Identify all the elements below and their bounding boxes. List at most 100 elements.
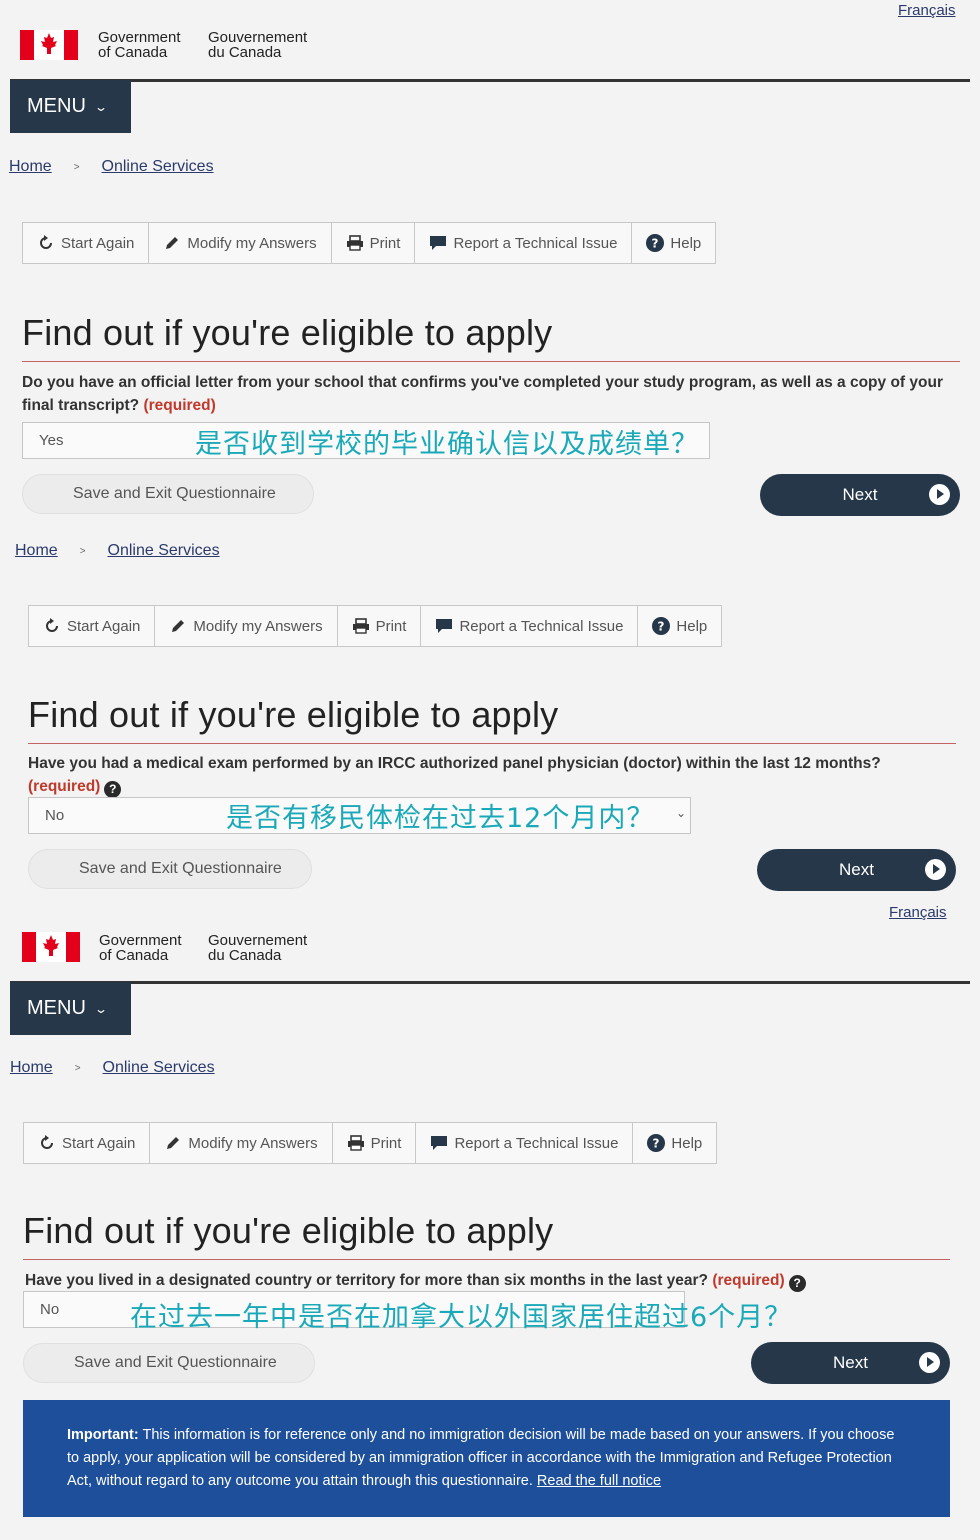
gov-fr-line2: du Canada xyxy=(208,44,282,61)
chevron-down-icon: ⌄ xyxy=(675,806,686,820)
svg-text:?: ? xyxy=(652,237,659,251)
pencil-icon xyxy=(169,617,187,635)
breadcrumb: Home > Online Services xyxy=(10,1059,215,1077)
report-issue-label: Report a Technical Issue xyxy=(454,1134,619,1152)
help-button[interactable]: ? Help xyxy=(633,1123,716,1163)
report-issue-label: Report a Technical Issue xyxy=(453,234,618,252)
save-exit-button[interactable]: Save and Exit Questionnaire xyxy=(22,474,314,514)
read-full-notice-link[interactable]: Read the full notice xyxy=(537,1473,661,1489)
play-circle-icon xyxy=(919,1352,940,1373)
next-label: Next xyxy=(842,485,878,504)
start-again-label: Start Again xyxy=(62,1134,136,1152)
report-issue-button[interactable]: Report a Technical Issue xyxy=(421,606,639,646)
maple-leaf-icon xyxy=(43,935,59,956)
play-circle-icon xyxy=(929,484,950,505)
breadcrumb-online-services[interactable]: Online Services xyxy=(102,158,214,176)
required-label: (required) xyxy=(28,778,101,795)
save-exit-label: Save and Exit Questionnaire xyxy=(79,860,282,877)
next-button[interactable]: Next xyxy=(760,474,960,516)
canada-flag-icon xyxy=(22,932,80,962)
start-again-button[interactable]: Start Again xyxy=(29,606,156,646)
gov-en-line2: of Canada xyxy=(98,44,168,61)
menu-button[interactable]: MENU ⌄ xyxy=(10,80,131,133)
question-circle-icon: ? xyxy=(646,234,665,252)
start-again-button[interactable]: Start Again xyxy=(24,1123,151,1163)
gov-fr-line1: Gouvernement xyxy=(208,932,308,949)
language-link[interactable]: Français xyxy=(898,2,956,19)
question-3: Have you lived in a designated country o… xyxy=(25,1269,955,1292)
annotation-3: 在过去一年中是否在加拿大以外国家居住超过6个月？ xyxy=(130,1302,793,1333)
printer-icon xyxy=(347,1134,365,1152)
answer-1-value: Yes xyxy=(39,432,64,449)
report-issue-button[interactable]: Report a Technical Issue xyxy=(416,1123,634,1163)
modify-answers-label: Modify my Answers xyxy=(193,617,323,635)
maple-leaf-icon xyxy=(41,33,57,54)
page-title: Find out if you're eligible to apply xyxy=(22,312,553,353)
play-circle-icon xyxy=(925,859,946,880)
help-button[interactable]: ? Help xyxy=(632,223,715,263)
breadcrumb-online-services[interactable]: Online Services xyxy=(103,1059,215,1077)
help-button[interactable]: ? Help xyxy=(638,606,721,646)
gov-wordmark-fr: Gouvernement du Canada xyxy=(208,30,307,60)
refresh-icon xyxy=(38,1134,56,1152)
modify-answers-button[interactable]: Modify my Answers xyxy=(150,1123,333,1163)
breadcrumb-home[interactable]: Home xyxy=(15,542,58,560)
header-rule xyxy=(10,981,970,984)
gov-en-line1: Government xyxy=(99,932,182,949)
breadcrumb-separator: > xyxy=(74,1062,81,1074)
print-button[interactable]: Print xyxy=(338,606,422,646)
print-button[interactable]: Print xyxy=(332,223,416,263)
page-title: Find out if you're eligible to apply xyxy=(23,1210,554,1251)
language-link[interactable]: Français xyxy=(889,904,947,921)
header-rule xyxy=(10,79,970,82)
gov-fr-line2: du Canada xyxy=(208,947,282,964)
save-exit-button[interactable]: Save and Exit Questionnaire xyxy=(23,1343,315,1383)
breadcrumb-home[interactable]: Home xyxy=(10,1059,53,1077)
menu-button[interactable]: MENU ⌄ xyxy=(10,982,131,1035)
breadcrumb: Home > Online Services xyxy=(9,158,214,176)
title-rule xyxy=(28,743,956,744)
help-label: Help xyxy=(676,617,708,635)
report-issue-button[interactable]: Report a Technical Issue xyxy=(415,223,633,263)
report-issue-label: Report a Technical Issue xyxy=(459,617,624,635)
breadcrumb-home[interactable]: Home xyxy=(9,158,52,176)
annotation-2: 是否有移民体检在过去12个月内？ xyxy=(226,803,655,834)
answer-2-value: No xyxy=(45,807,65,824)
print-button[interactable]: Print xyxy=(333,1123,417,1163)
next-label: Next xyxy=(833,1353,868,1372)
svg-text:?: ? xyxy=(658,620,665,634)
question-2: Have you had a medical exam performed by… xyxy=(28,752,958,798)
comment-icon xyxy=(429,234,447,252)
question-circle-icon[interactable]: ? xyxy=(788,1275,806,1292)
refresh-icon xyxy=(37,234,55,252)
modify-answers-button[interactable]: Modify my Answers xyxy=(149,223,332,263)
printer-icon xyxy=(346,234,364,252)
annotation-1: 是否收到学校的毕业确认信以及成绩单？ xyxy=(195,429,699,460)
required-label: (required) xyxy=(143,397,216,414)
next-label: Next xyxy=(839,860,874,879)
question-3-text: Have you lived in a designated country o… xyxy=(25,1272,709,1289)
next-button[interactable]: Next xyxy=(757,849,956,891)
breadcrumb-online-services[interactable]: Online Services xyxy=(108,542,220,560)
gov-en-line2: of Canada xyxy=(99,947,169,964)
gov-fr-line1: Gouvernement xyxy=(208,29,308,46)
printer-icon xyxy=(352,617,370,635)
notice-text: This information is for reference only a… xyxy=(67,1427,895,1489)
modify-answers-button[interactable]: Modify my Answers xyxy=(155,606,338,646)
print-label: Print xyxy=(370,1134,402,1152)
start-again-button[interactable]: Start Again xyxy=(23,223,150,263)
save-exit-button[interactable]: Save and Exit Questionnaire xyxy=(28,849,312,889)
page-title: Find out if you're eligible to apply xyxy=(28,694,559,735)
pencil-icon xyxy=(164,1134,182,1152)
start-again-label: Start Again xyxy=(67,617,141,635)
next-button[interactable]: Next xyxy=(751,1342,950,1384)
breadcrumb-separator: > xyxy=(79,545,86,557)
print-label: Print xyxy=(369,234,401,252)
breadcrumb: Home > Online Services xyxy=(15,542,220,560)
breadcrumb-separator: > xyxy=(73,161,80,173)
questionnaire-toolbar: Start Again Modify my Answers Print Repo… xyxy=(28,605,723,647)
question-1: Do you have an official letter from your… xyxy=(22,371,967,417)
gov-wordmark-en: Government of Canada xyxy=(99,933,182,963)
question-circle-icon[interactable]: ? xyxy=(104,781,122,798)
chevron-down-icon: ⌄ xyxy=(93,1001,108,1016)
